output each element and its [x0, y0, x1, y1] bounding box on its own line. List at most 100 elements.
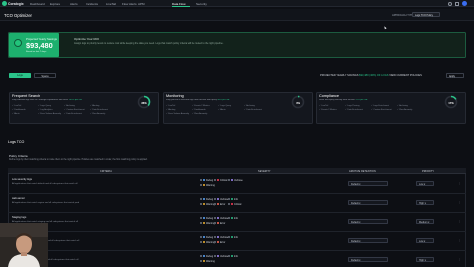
severity-checkbox[interactable]: [228, 255, 231, 258]
policy-criteria-title: Policy Criteria: [9, 154, 28, 158]
severity-checkbox[interactable]: [200, 241, 203, 244]
pipeline-feature: ✓ Error Volume Anomaly: [166, 113, 189, 115]
severity-checkbox[interactable]: [214, 203, 217, 206]
policy-row[interactable]: [8, 175, 466, 194]
severity-info[interactable]: Info: [228, 236, 238, 239]
nav-item-incidents[interactable]: Incidents: [86, 2, 98, 6]
tab-logs[interactable]: Logs: [9, 73, 31, 78]
pipeline-description-compliance: Store and query directly from archive 12…: [319, 99, 434, 101]
severity-checkbox[interactable]: [228, 203, 231, 206]
severity-verbose[interactable]: Verbose: [214, 255, 229, 258]
severity-checkbox[interactable]: [214, 255, 217, 258]
severity-debug[interactable]: Debug: [200, 198, 213, 201]
severity-checkbox[interactable]: [214, 222, 217, 225]
severity-checkbox[interactable]: [214, 241, 217, 244]
nav-item-security[interactable]: Security: [196, 2, 207, 6]
policy-row-title: Low severity logs: [12, 178, 32, 181]
severity-color-dot: [230, 179, 233, 182]
severity-checkbox[interactable]: [200, 260, 203, 263]
nav-item-livetail[interactable]: LiveTail: [106, 2, 116, 6]
severity-error[interactable]: Error: [214, 203, 225, 206]
severity-checkbox[interactable]: [200, 203, 203, 206]
nav-item-alerts[interactable]: Alerts: [70, 2, 78, 6]
severity-checkbox[interactable]: [200, 236, 203, 239]
help-icon[interactable]: [448, 1, 452, 6]
severity-checkbox[interactable]: [200, 217, 203, 220]
severity-checkbox[interactable]: [200, 179, 203, 182]
archive-retention-select[interactable]: Default ▾: [348, 200, 388, 205]
severity-warning[interactable]: Warning: [200, 222, 215, 225]
nav-item-explore[interactable]: Explore: [50, 2, 60, 6]
approach-type-select[interactable]: Logs TCO Policy: [412, 12, 440, 17]
user-avatar[interactable]: [462, 1, 467, 6]
row-menu-icon[interactable]: ⋮: [458, 182, 461, 185]
row-menu-icon[interactable]: ⋮: [458, 201, 461, 204]
priority-select[interactable]: Medium ▾: [416, 219, 434, 224]
severity-debug[interactable]: Debug: [200, 236, 213, 239]
severity-checkbox[interactable]: [228, 179, 231, 182]
severity-checkbox[interactable]: [214, 217, 217, 220]
severity-checkbox[interactable]: [228, 198, 231, 201]
coralogix-logo[interactable]: [2, 1, 7, 6]
pipeline-title-compliance: Compliance: [319, 94, 340, 98]
row-menu-icon[interactable]: ⋮: [458, 239, 461, 242]
priority-select[interactable]: High ▾: [416, 257, 434, 262]
severity-debug[interactable]: Debug: [200, 217, 213, 220]
severity-warning[interactable]: Warning: [200, 203, 215, 206]
archive-retention-select[interactable]: Default ▾: [348, 238, 388, 243]
policy-row[interactable]: [8, 232, 466, 251]
severity-error[interactable]: Error: [214, 222, 225, 225]
presenter-image: [0, 223, 48, 267]
severity-checkbox[interactable]: [214, 198, 217, 201]
archive-retention-select[interactable]: Default ▾: [348, 219, 388, 224]
pipeline-feature: ✓ Data Enrichment: [345, 109, 363, 111]
priority-select[interactable]: Low ▾: [416, 238, 434, 243]
pipeline-description-frequent-search: Fully indexed logs with all Coralogix ca…: [12, 99, 127, 101]
severity-debug[interactable]: Debug: [200, 179, 213, 182]
severity-checkbox[interactable]: [214, 179, 217, 182]
severity-checkbox[interactable]: [200, 184, 203, 187]
severity-verbose[interactable]: Verbose: [214, 198, 229, 201]
severity-verbose[interactable]: Verbose: [228, 179, 243, 182]
severity-warning[interactable]: Warning: [200, 241, 215, 244]
brand-name: Coralogix: [8, 1, 24, 6]
severity-info[interactable]: Info: [228, 255, 238, 258]
nav-item-flow-alerts[interactable]: Flow Alerts: [122, 2, 137, 6]
priority-select[interactable]: High ▾: [416, 200, 434, 205]
severity-critical[interactable]: Critical: [214, 179, 227, 182]
tab-spans[interactable]: Spans: [34, 73, 56, 78]
severity-info[interactable]: Info: [228, 198, 238, 201]
severity-verbose[interactable]: Verbose: [214, 217, 229, 220]
apply-button[interactable]: Apply: [446, 73, 464, 78]
severity-verbose[interactable]: Verbose: [214, 236, 229, 239]
nav-item-apm[interactable]: APM: [138, 2, 145, 6]
severity-debug[interactable]: Debug: [200, 255, 213, 258]
archive-retention-select[interactable]: Default ▾: [348, 181, 388, 186]
notifications-icon[interactable]: [455, 1, 459, 6]
severity-label: Debug: [205, 255, 214, 258]
severity-checkbox[interactable]: [228, 217, 231, 220]
nav-item-dashboard[interactable]: Dashboard: [30, 2, 45, 6]
severity-checkbox[interactable]: [200, 222, 203, 225]
severity-warning[interactable]: Warning: [200, 260, 215, 263]
row-menu-icon[interactable]: ⋮: [458, 258, 461, 261]
archive-retention-select[interactable]: Default ▾: [348, 257, 388, 262]
pipeline-feature: ✓ Logs Parsing: [345, 105, 360, 107]
priority-select[interactable]: Low ▾: [416, 181, 434, 186]
view-current-policies-link[interactable]: VIEW CURRENT POLICIES: [389, 74, 422, 77]
policy-row[interactable]: [8, 213, 466, 232]
severity-checkbox[interactable]: [200, 198, 203, 201]
severity-critical[interactable]: Critical: [228, 203, 241, 206]
severity-checkbox[interactable]: [228, 236, 231, 239]
severity-warning[interactable]: Warning: [200, 184, 215, 187]
severity-checkbox[interactable]: [200, 255, 203, 258]
pipeline-feature: ✓ Dashboards: [192, 109, 206, 111]
projected-savings-summary: PROJECTED YEARLY SAVINGS $93,480 (40%) O…: [320, 74, 422, 77]
severity-checkbox[interactable]: [214, 236, 217, 239]
severity-info[interactable]: Info: [228, 217, 238, 220]
approach-type-label: APPROACH TYPE: [392, 13, 415, 17]
row-menu-icon[interactable]: ⋮: [458, 220, 461, 223]
pipeline-feature: ✓ Data Enrichment: [64, 113, 82, 115]
severity-error[interactable]: Error: [214, 241, 225, 244]
policy-row-title: web-server: [12, 197, 25, 200]
